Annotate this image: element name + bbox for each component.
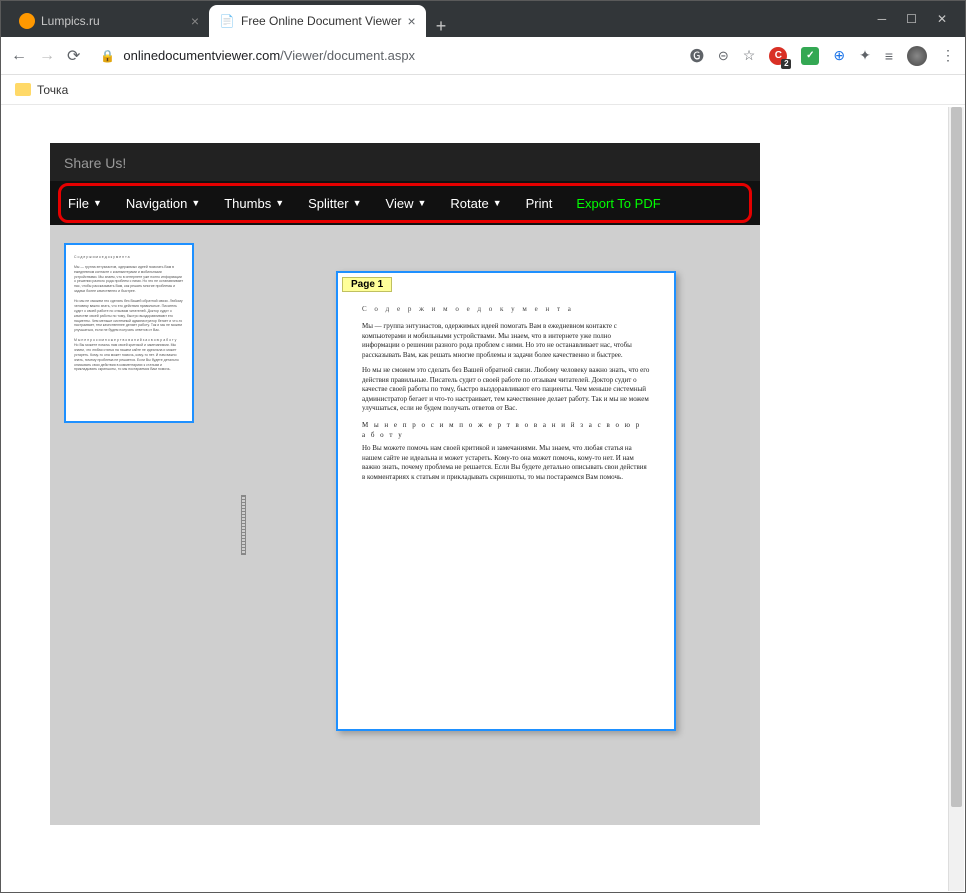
extension-check-icon[interactable]: ✓ — [801, 47, 819, 65]
bookmark-bar: Точка — [1, 75, 965, 105]
splitter-handle-icon — [241, 495, 246, 555]
browser-window: Lumpics.ru × 📄 Free Online Document View… — [0, 0, 966, 893]
minimize-button[interactable]: ─ — [878, 12, 887, 26]
doc-paragraph: Но мы не сможем это сделать без Вашей об… — [362, 366, 650, 413]
favicon-icon: 📄 — [219, 13, 235, 29]
browser-tab-active[interactable]: 📄 Free Online Document Viewer × — [209, 5, 426, 37]
url-text: onlinedocumentviewer.com/Viewer/document… — [123, 48, 415, 63]
caret-down-icon: ▼ — [93, 198, 102, 208]
scrollbar-thumb[interactable] — [951, 107, 962, 807]
page-content: Share Us! File▼ Navigation▼ Thumbs▼ Spli… — [2, 107, 964, 891]
doc-paragraph: Но Вы можете помочь нам своей критикой и… — [362, 444, 650, 482]
document-viewer-app: Share Us! File▼ Navigation▼ Thumbs▼ Spli… — [50, 143, 760, 825]
globe-icon[interactable]: ⊕ — [833, 47, 845, 64]
menu-thumbs[interactable]: Thumbs▼ — [224, 196, 284, 211]
lock-icon: 🔒 — [100, 49, 115, 63]
share-us-label: Share Us! — [50, 143, 760, 181]
menu-rotate[interactable]: Rotate▼ — [450, 196, 501, 211]
browser-tab-inactive[interactable]: Lumpics.ru × — [9, 5, 209, 37]
menubar: File▼ Navigation▼ Thumbs▼ Splitter▼ View… — [50, 181, 760, 225]
close-button[interactable]: ✕ — [937, 12, 947, 26]
close-icon[interactable]: × — [408, 13, 416, 29]
caret-down-icon: ▼ — [275, 198, 284, 208]
vertical-scrollbar[interactable]: ▴ — [948, 107, 964, 891]
menubar-wrapper: File▼ Navigation▼ Thumbs▼ Splitter▼ View… — [50, 181, 760, 225]
url-input[interactable]: 🔒 onlinedocumentviewer.com/Viewer/docume… — [92, 48, 677, 63]
forward-button[interactable]: → — [39, 47, 55, 65]
viewer-body: С о д е р ж и м о е д о к у м е н т а Мы… — [50, 225, 760, 825]
doc-paragraph: Мы — группа энтузиастов, одержимых идеей… — [362, 322, 650, 360]
star-icon[interactable]: ☆ — [743, 47, 756, 64]
caret-down-icon: ▼ — [417, 198, 426, 208]
close-icon[interactable]: × — [191, 13, 199, 29]
doc-heading: М ы н е п р о с и м п о ж е р т в о в а … — [362, 421, 650, 440]
folder-icon — [15, 83, 31, 96]
extension-adblock-icon[interactable]: C — [769, 47, 787, 65]
thumbnails-pane: С о д е р ж и м о е д о к у м е н т а Мы… — [50, 225, 240, 825]
extensions-icon[interactable]: ✦ — [859, 47, 871, 64]
menu-icon[interactable]: ⋮ — [941, 47, 955, 64]
favicon-icon — [19, 13, 35, 29]
caret-down-icon: ▼ — [353, 198, 362, 208]
thumb-preview-text: С о д е р ж и м о е д о к у м е н т а Мы… — [74, 255, 184, 372]
reload-button[interactable]: ⟳ — [67, 46, 80, 66]
menu-print[interactable]: Print — [526, 196, 553, 211]
window-controls: ─ ☐ ✕ — [860, 12, 965, 26]
menu-file[interactable]: File▼ — [68, 196, 102, 211]
maximize-button[interactable]: ☐ — [906, 12, 917, 26]
reading-list-icon[interactable]: ≡ — [885, 48, 893, 64]
document-page: С о д е р ж и м о е д о к у м е н т а Мы… — [336, 271, 676, 731]
doc-heading: С о д е р ж и м о е д о к у м е н т а — [362, 305, 650, 314]
bookmark-item[interactable]: Точка — [37, 83, 68, 97]
page-scroll: Share Us! File▼ Navigation▼ Thumbs▼ Spli… — [2, 107, 948, 891]
caret-down-icon: ▼ — [191, 198, 200, 208]
page-thumbnail[interactable]: С о д е р ж и м о е д о к у м е н т а Мы… — [64, 243, 194, 423]
translate-icon[interactable]: 🅖 — [690, 46, 704, 66]
menu-splitter[interactable]: Splitter▼ — [308, 196, 361, 211]
address-bar: ← → ⟳ 🔒 onlinedocumentviewer.com/Viewer/… — [1, 37, 965, 75]
profile-avatar[interactable] — [907, 46, 927, 66]
new-tab-button[interactable]: + — [426, 16, 457, 37]
menu-navigation[interactable]: Navigation▼ — [126, 196, 200, 211]
tabs-row: Lumpics.ru × 📄 Free Online Document View… — [1, 1, 860, 37]
menu-view[interactable]: View▼ — [386, 196, 427, 211]
titlebar: Lumpics.ru × 📄 Free Online Document View… — [1, 1, 965, 37]
document-pane[interactable]: Page 1 С о д е р ж и м о е д о к у м е н… — [246, 225, 760, 825]
tab-title: Free Online Document Viewer — [241, 14, 402, 28]
page-number-label: Page 1 — [342, 277, 392, 292]
back-button[interactable]: ← — [11, 47, 27, 65]
toolbar-icons: 🅖 ⊝ ☆ C ✓ ⊕ ✦ ≡ ⋮ — [690, 46, 955, 66]
caret-down-icon: ▼ — [493, 198, 502, 208]
zoom-icon[interactable]: ⊝ — [718, 48, 729, 64]
menu-export-pdf[interactable]: Export To PDF — [576, 196, 660, 211]
tab-title: Lumpics.ru — [41, 14, 100, 28]
